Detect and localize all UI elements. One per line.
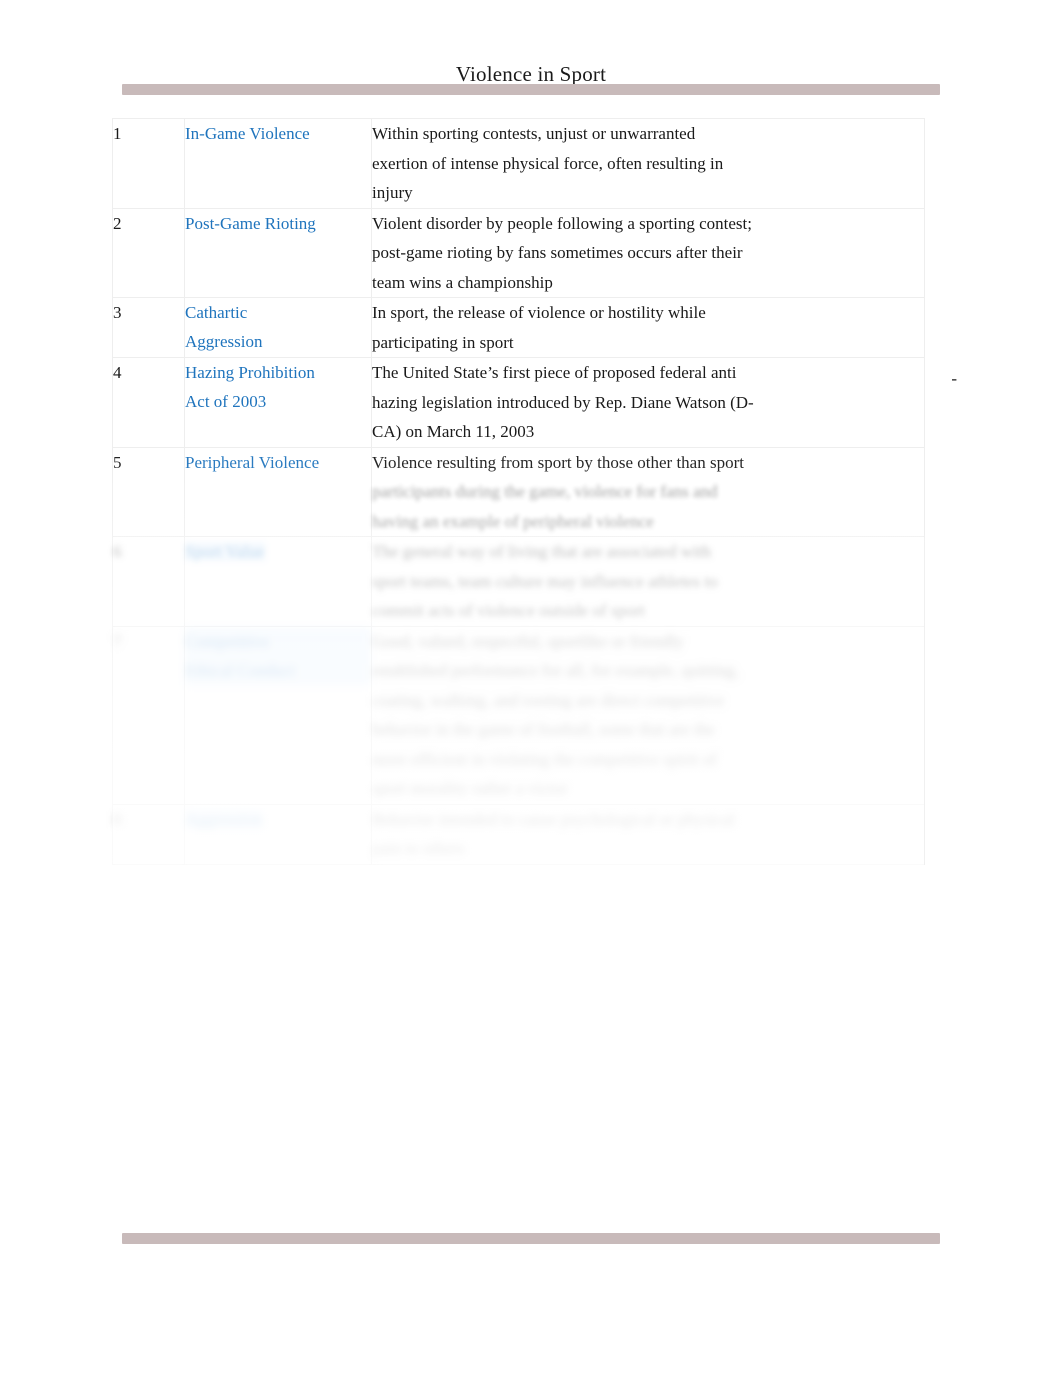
term-cell[interactable]: Peripheral Violence (184, 446, 372, 537)
term-cell[interactable]: Competitive Ethical Conduct (184, 625, 372, 805)
term-label: Peripheral Violence (185, 452, 320, 472)
definition-line: Violence resulting from sport by those o… (372, 452, 744, 472)
definition-line: pain to others (372, 839, 465, 858)
document-page: Violence in Sport 1 In-Game Violence Wit… (0, 0, 1062, 1377)
definition-cell: The general way of living that are assoc… (371, 536, 925, 627)
definition-cell: In sport, the release of violence or hos… (371, 297, 925, 358)
definition-line: The general way of living that are assoc… (372, 542, 711, 561)
definition-line: post-game rioting by fans sometimes occu… (372, 243, 743, 262)
row-number: 8 (113, 809, 122, 829)
row-number: 5 (113, 452, 122, 472)
term-cell[interactable]: Cathartic Aggression (184, 297, 372, 358)
definition-line: Behavior intended to cause psychological… (372, 809, 735, 829)
term-label: Aggression (185, 809, 263, 829)
definition-line: Violent disorder by people following a s… (372, 213, 752, 233)
row-number-cell: 1 (112, 118, 185, 209)
row-number-cell: 3 (112, 297, 185, 358)
term-label: Cathartic (185, 303, 248, 322)
definition-line: exertion of intense physical force, ofte… (372, 153, 724, 173)
table-row: 6 Sport Value The general way of living … (112, 536, 925, 627)
definition-line: CA) on March 11, 2003 (372, 422, 535, 441)
row-number: 7 (113, 631, 122, 651)
row-number-cell: 5 (112, 446, 185, 537)
row-number-cell: 2 (112, 207, 185, 298)
table-row: 3 Cathartic Aggression In sport, the rel… (112, 297, 925, 358)
glossary-table-wrapper: 1 In-Game Violence Within sporting conte… (112, 118, 957, 868)
header-rule-bar (122, 84, 940, 95)
definition-line: commit acts of violence outside of sport (372, 601, 645, 620)
definition-line: The United State’s first piece of propos… (372, 363, 737, 382)
row-number-cell: 7 (112, 625, 185, 805)
term-label: Post-Game Rioting (185, 213, 316, 233)
row-number: 6 (113, 542, 122, 561)
definition-line: team wins a championship (372, 272, 553, 292)
table-row: 7 Competitive Ethical Conduct Good, valu… (112, 625, 925, 805)
term-label: Hazing Prohibition (185, 363, 315, 382)
term-cell[interactable]: Aggression (184, 803, 372, 865)
table-row: 2 Post-Game Rioting Violent disorder by … (112, 207, 925, 298)
definition-cell: The United State’s first piece of propos… (371, 357, 957, 448)
footer-rule-bar (122, 1233, 940, 1244)
row-number-cell: 6 (112, 536, 185, 627)
hyphen-artifact: - (951, 369, 957, 388)
definition-cell: Within sporting contests, unjust or unwa… (371, 118, 925, 209)
definition-line: participants during the game, violence f… (372, 482, 718, 501)
term-label: Act of 2003 (185, 392, 267, 411)
definition-cell: Violent disorder by people following a s… (371, 207, 925, 298)
row-number: 1 (113, 124, 122, 143)
term-cell[interactable]: Hazing Prohibition Act of 2003 (184, 357, 372, 448)
row-number: 2 (113, 213, 122, 233)
definition-line: sport morality rather a victor (372, 779, 568, 798)
term-label: Aggression (185, 332, 263, 351)
definition-line: Within sporting contests, unjust or unwa… (372, 124, 696, 143)
row-number-cell: 4 (112, 357, 185, 448)
term-label: Competitive (185, 626, 371, 656)
definition-line: having an example of peripheral violence (372, 511, 654, 531)
definition-line: coating, walking, and rooting are direct… (372, 690, 725, 710)
definition-cell: Behavior intended to cause psychological… (371, 803, 925, 865)
definition-line: hazing legislation introduced by Rep. Di… (372, 392, 754, 412)
row-number: 4 (113, 363, 122, 382)
definition-line: established performance for all, for exa… (372, 661, 739, 680)
table-row: 4 Hazing Prohibition Act of 2003 The Uni… (112, 357, 957, 448)
definition-line: behavior in the game of football, some t… (372, 720, 715, 739)
term-cell[interactable]: Post-Game Rioting (184, 207, 372, 298)
definition-line: participating in sport (372, 332, 514, 352)
row-number: 3 (113, 303, 122, 322)
term-label: Sport Value (185, 542, 265, 561)
term-cell[interactable]: Sport Value (184, 536, 372, 627)
definition-line: more efficient in violating the competit… (372, 749, 717, 769)
definition-cell: Violence resulting from sport by those o… (371, 446, 925, 537)
glossary-table: 1 In-Game Violence Within sporting conte… (112, 118, 957, 865)
term-label: In-Game Violence (185, 124, 310, 143)
definition-cell: Good, valued, respectful, sportlike or f… (371, 625, 925, 805)
definition-line: In sport, the release of violence or hos… (372, 303, 706, 322)
term-cell[interactable]: In-Game Violence (184, 118, 372, 209)
table-row: 5 Peripheral Violence Violence resulting… (112, 446, 925, 537)
table-row: 8 Aggression Behavior intended to cause … (112, 803, 925, 865)
definition-line: Good, valued, respectful, sportlike or f… (372, 631, 684, 651)
definition-line: sport teams, team culture may influence … (372, 571, 718, 591)
definition-line: injury (372, 183, 413, 202)
table-row: 1 In-Game Violence Within sporting conte… (112, 118, 925, 209)
term-label: Ethical Conduct (185, 655, 371, 685)
row-number-cell: 8 (112, 803, 185, 865)
